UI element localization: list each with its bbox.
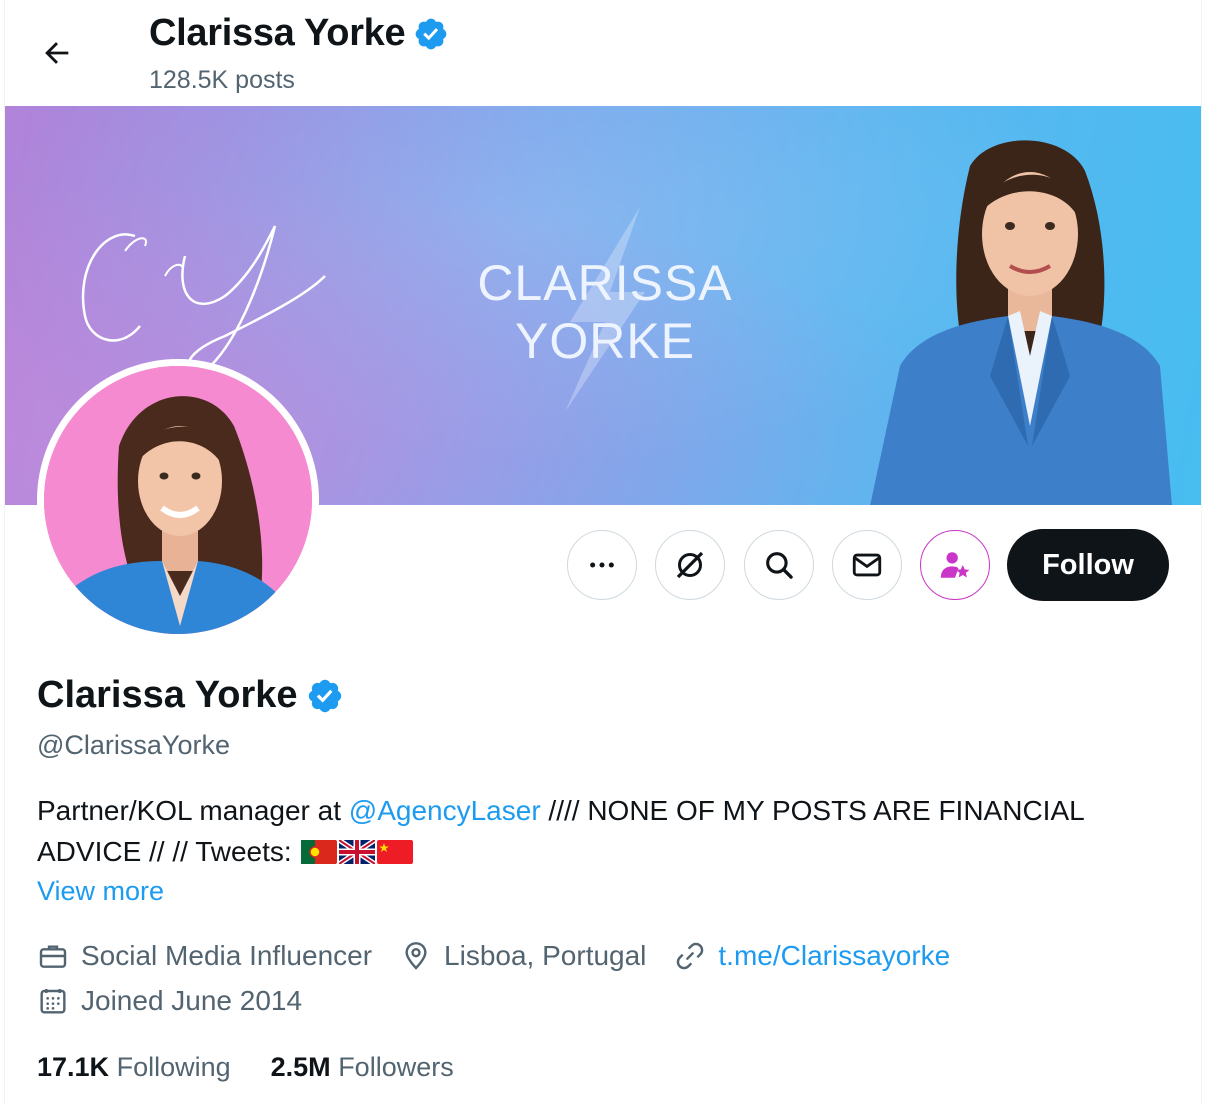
following-label: Following [116,1052,231,1082]
link-icon [677,942,704,970]
back-arrow-icon [45,42,69,64]
location-pin-icon [405,942,427,970]
category-text: Social Media Influencer [81,940,373,971]
banner-title: CLARISSA YORKE [475,254,735,370]
view-more-link[interactable]: View more [37,876,164,907]
search-icon [766,552,793,579]
profile-meta-row: Social Media Influencer Lisboa, Portugal… [37,940,978,972]
more-icon [590,562,614,568]
following-stat[interactable]: 17.1K Following [37,1052,231,1083]
followers-count: 2.5M [270,1052,331,1082]
display-name-text: Clarissa Yorke [37,674,298,716]
followers-stat[interactable]: 2.5M Followers [271,1052,454,1083]
search-button[interactable] [744,530,814,600]
briefcase-icon [39,945,67,968]
right-border [1201,0,1202,1104]
follow-button[interactable]: Follow [1007,529,1169,601]
china-flag-icon [377,840,414,864]
category-item: Social Media Influencer [37,940,372,972]
follow-stats: 17.1K Following 2.5M Followers [37,1052,494,1083]
following-count: 17.1K [37,1052,110,1082]
subscribe-button[interactable] [920,530,990,600]
location-item: Lisboa, Portugal [400,940,646,972]
display-name: Clarissa Yorke [37,674,344,717]
grok-icon [676,551,704,579]
banner-title-line2: YORKE [514,313,696,369]
location-text: Lisboa, Portugal [444,940,647,971]
bio: Partner/KOL manager at @AgencyLaser ////… [37,790,1177,872]
bio-mention-link[interactable]: @AgencyLaser [349,795,541,826]
banner-title-line1: CLARISSA [477,255,733,311]
more-button[interactable] [567,530,637,600]
message-button[interactable] [832,530,902,600]
portugal-flag-icon [301,840,338,864]
user-handle: @ClarissaYorke [37,730,230,760]
joined-text: Joined June 2014 [81,985,303,1016]
header-name-text: Clarissa Yorke [149,12,406,54]
website-link[interactable]: t.me/Clarissayorke [718,940,950,972]
avatar-portrait [44,366,312,634]
verified-badge-icon[interactable] [306,677,344,715]
joined-item: Joined June 2014 [37,985,302,1017]
joined-row: Joined June 2014 [37,985,330,1017]
profile-avatar[interactable] [37,359,319,641]
website-item: t.me/Clarissayorke [674,940,950,972]
back-button[interactable] [32,30,82,76]
verified-badge-icon [415,18,447,49]
avatar-image [44,366,312,634]
calendar-icon [40,989,66,1014]
posts-count: 128.5K posts [149,66,295,94]
header-title: Clarissa Yorke [149,12,449,55]
banner-portrait [870,140,1172,505]
grok-button[interactable] [655,530,725,600]
uk-flag-icon [339,840,376,864]
mail-icon [852,553,882,577]
followers-label: Followers [338,1052,454,1082]
subscribe-icon [940,552,970,578]
monogram-logo [81,225,326,374]
bio-prefix: Partner/KOL manager at [37,795,349,826]
